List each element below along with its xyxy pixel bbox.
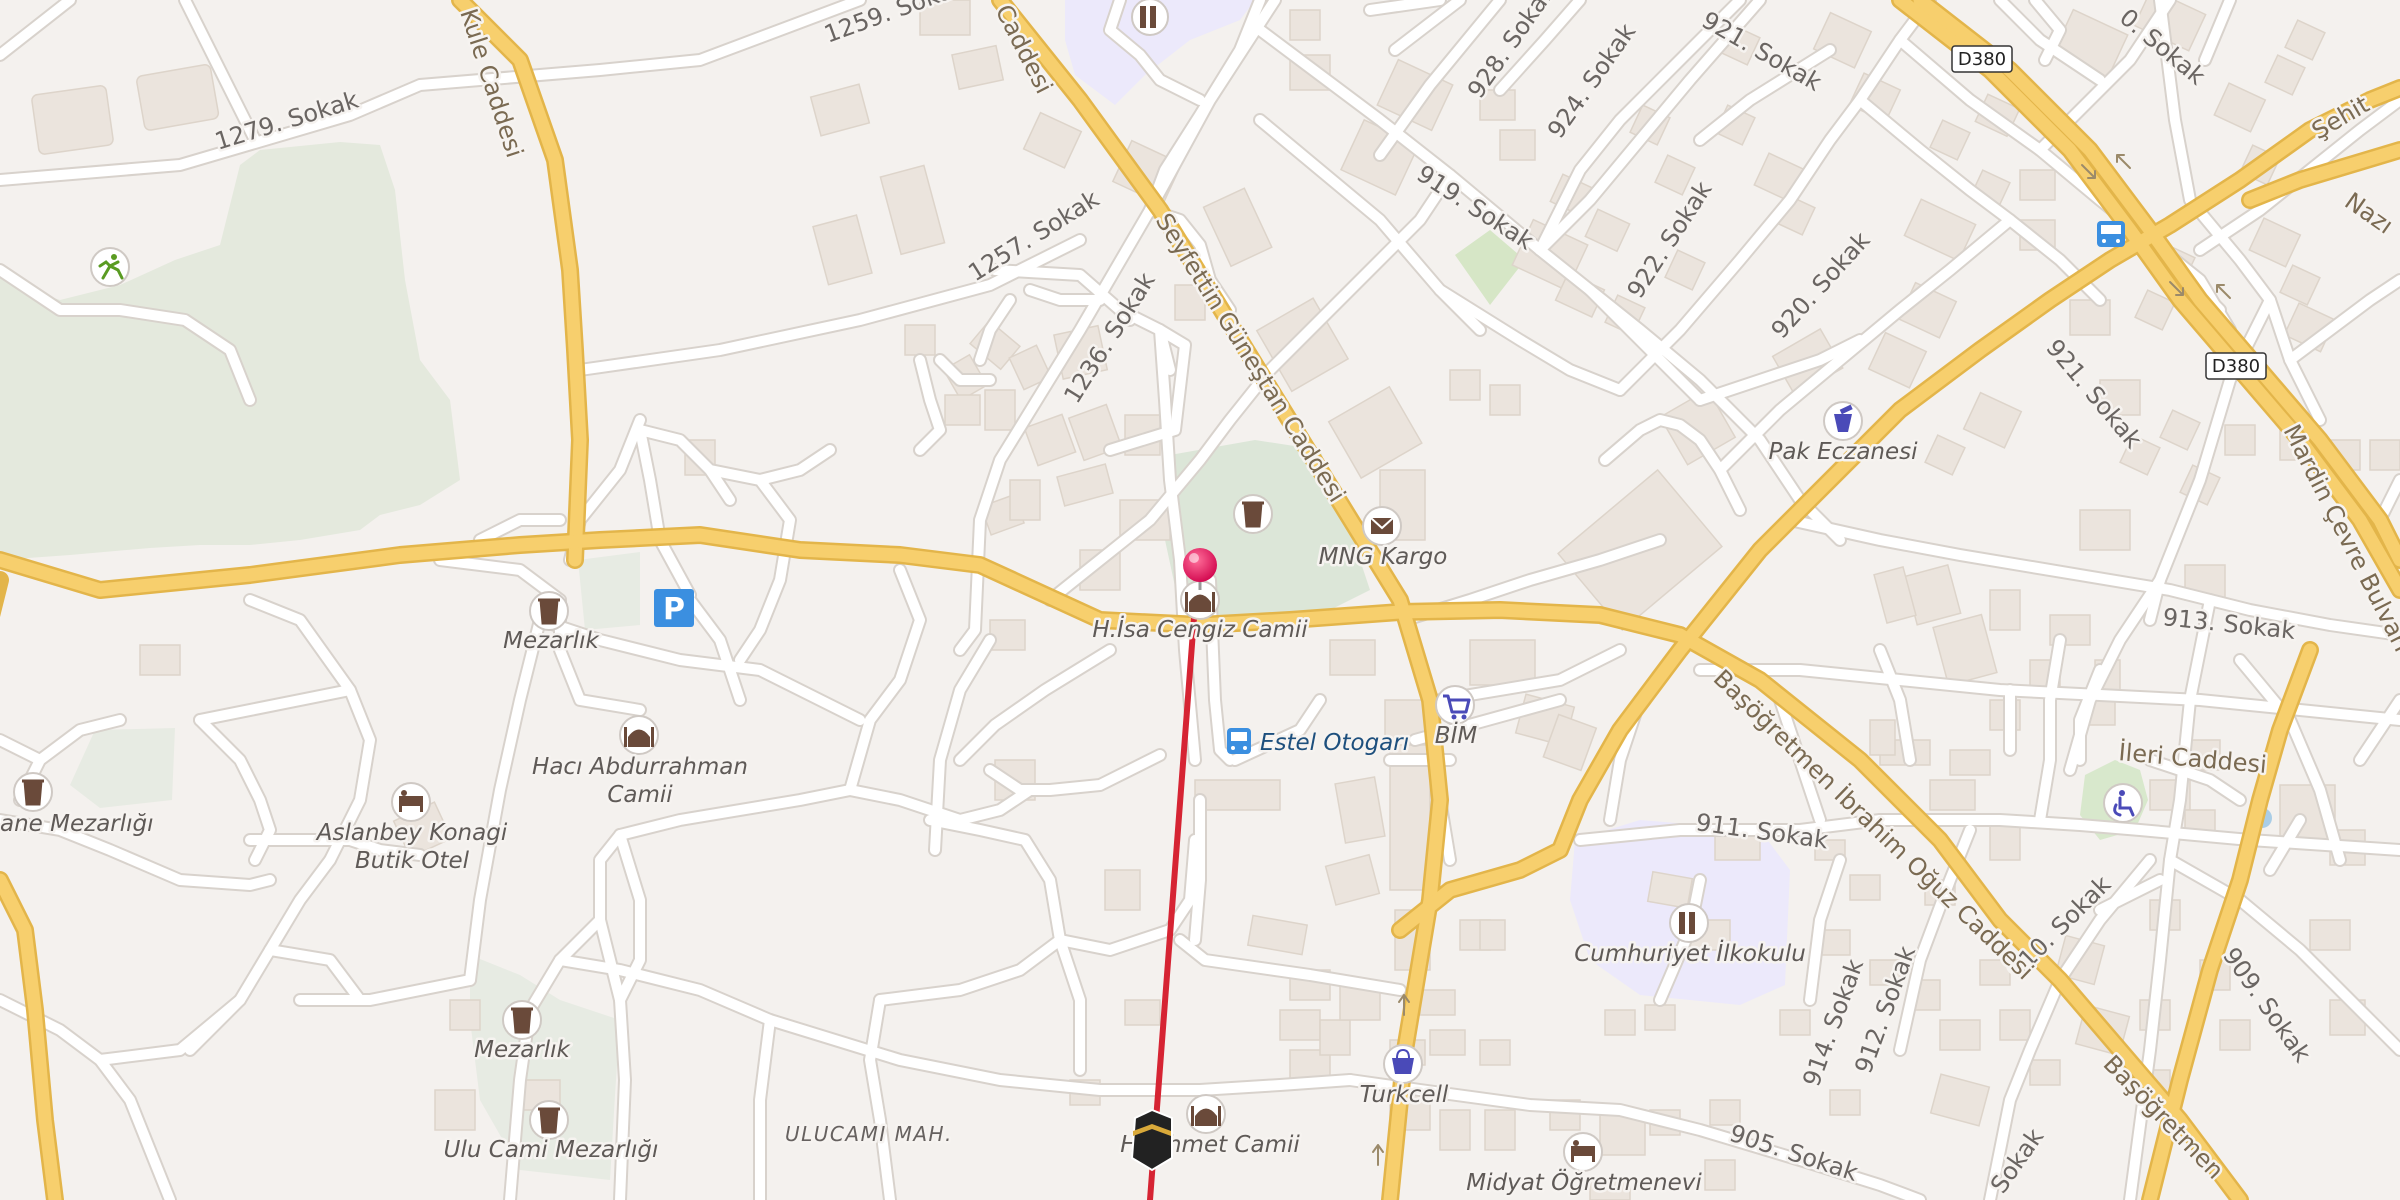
map-canvas[interactable]: D380 D380 1279. Sokak 1259. Sokak 1257. …: [0, 0, 2400, 1200]
qibla-kaaba-icon[interactable]: [1130, 1108, 1173, 1172]
poi-label: Hacı Abdurrahman: [532, 754, 748, 780]
street-label: 928. Sokak: [1462, 0, 1561, 103]
street-label: 922. Sokak: [1622, 176, 1718, 303]
cart-icon[interactable]: [1435, 685, 1475, 725]
shop-icon[interactable]: [1383, 1044, 1423, 1084]
poi-label: Turkcell: [1360, 1082, 1449, 1108]
poi-label: H.İsa Cengiz Camii: [1092, 615, 1308, 643]
pharmacy-icon[interactable]: [1823, 401, 1863, 441]
cemetery-icon[interactable]: [529, 591, 569, 631]
cemetery-icon[interactable]: [1233, 494, 1273, 534]
cemetery-icon[interactable]: [529, 1100, 569, 1140]
school-icon[interactable]: [1131, 0, 1169, 36]
bus-icon[interactable]: [2097, 221, 2125, 247]
street-label: 924. Sokak: [1542, 18, 1641, 143]
street-label: 905. Sokak: [1726, 1119, 1861, 1187]
street-label: Nazı: [2340, 187, 2399, 240]
map-view[interactable]: D380 D380 1279. Sokak 1259. Sokak 1257. …: [0, 0, 2400, 1200]
route-shield: D380: [2205, 352, 2267, 380]
street-label: 920. Sokak: [1766, 226, 1876, 344]
district-label: ULUCAMI MAH.: [785, 1122, 953, 1146]
mosque-icon[interactable]: [1186, 1094, 1226, 1134]
poi-label: MNG Kargo: [1319, 544, 1448, 570]
school-icon[interactable]: [1669, 903, 1709, 943]
poi-label: BİM: [1435, 721, 1478, 749]
bus-icon[interactable]: [1227, 728, 1251, 754]
cemetery-icon[interactable]: [13, 772, 53, 812]
poi-label: Cumhuriyet İlkokulu: [1574, 939, 1806, 967]
post-icon[interactable]: [1362, 506, 1402, 546]
parking-icon[interactable]: P: [654, 589, 694, 627]
poi-label: Aslanbey Konagi: [315, 820, 508, 846]
poi-label: Ulu Cami Mezarlığı: [444, 1137, 659, 1163]
hotel-icon[interactable]: [1563, 1132, 1603, 1172]
cemetery-area: [70, 728, 175, 808]
mosque-icon[interactable]: [619, 715, 659, 755]
poi-label: Estel Otogarı: [1260, 730, 1409, 756]
sports-icon[interactable]: [90, 247, 130, 287]
cemetery-icon[interactable]: [502, 1000, 542, 1040]
svg-text:D380: D380: [2212, 356, 2260, 377]
accessibility-icon[interactable]: [2103, 783, 2143, 823]
poi-label: Butik Otel: [355, 848, 470, 874]
poi-label: ane Mezarlığı: [0, 811, 154, 837]
route-shield: D380: [1951, 45, 2013, 73]
poi-label: Midyat Öğretmenevi: [1466, 1168, 1702, 1196]
poi-label: Mezarlık: [503, 628, 600, 654]
svg-text:P: P: [663, 592, 685, 627]
poi-label: Mezarlık: [474, 1037, 571, 1063]
hotel-icon[interactable]: [391, 782, 431, 822]
cemetery-area: [578, 552, 640, 630]
poi-label: Camii: [607, 782, 673, 808]
poi-label: Pak Eczanesi: [1768, 439, 1918, 465]
svg-text:D380: D380: [1958, 49, 2006, 70]
